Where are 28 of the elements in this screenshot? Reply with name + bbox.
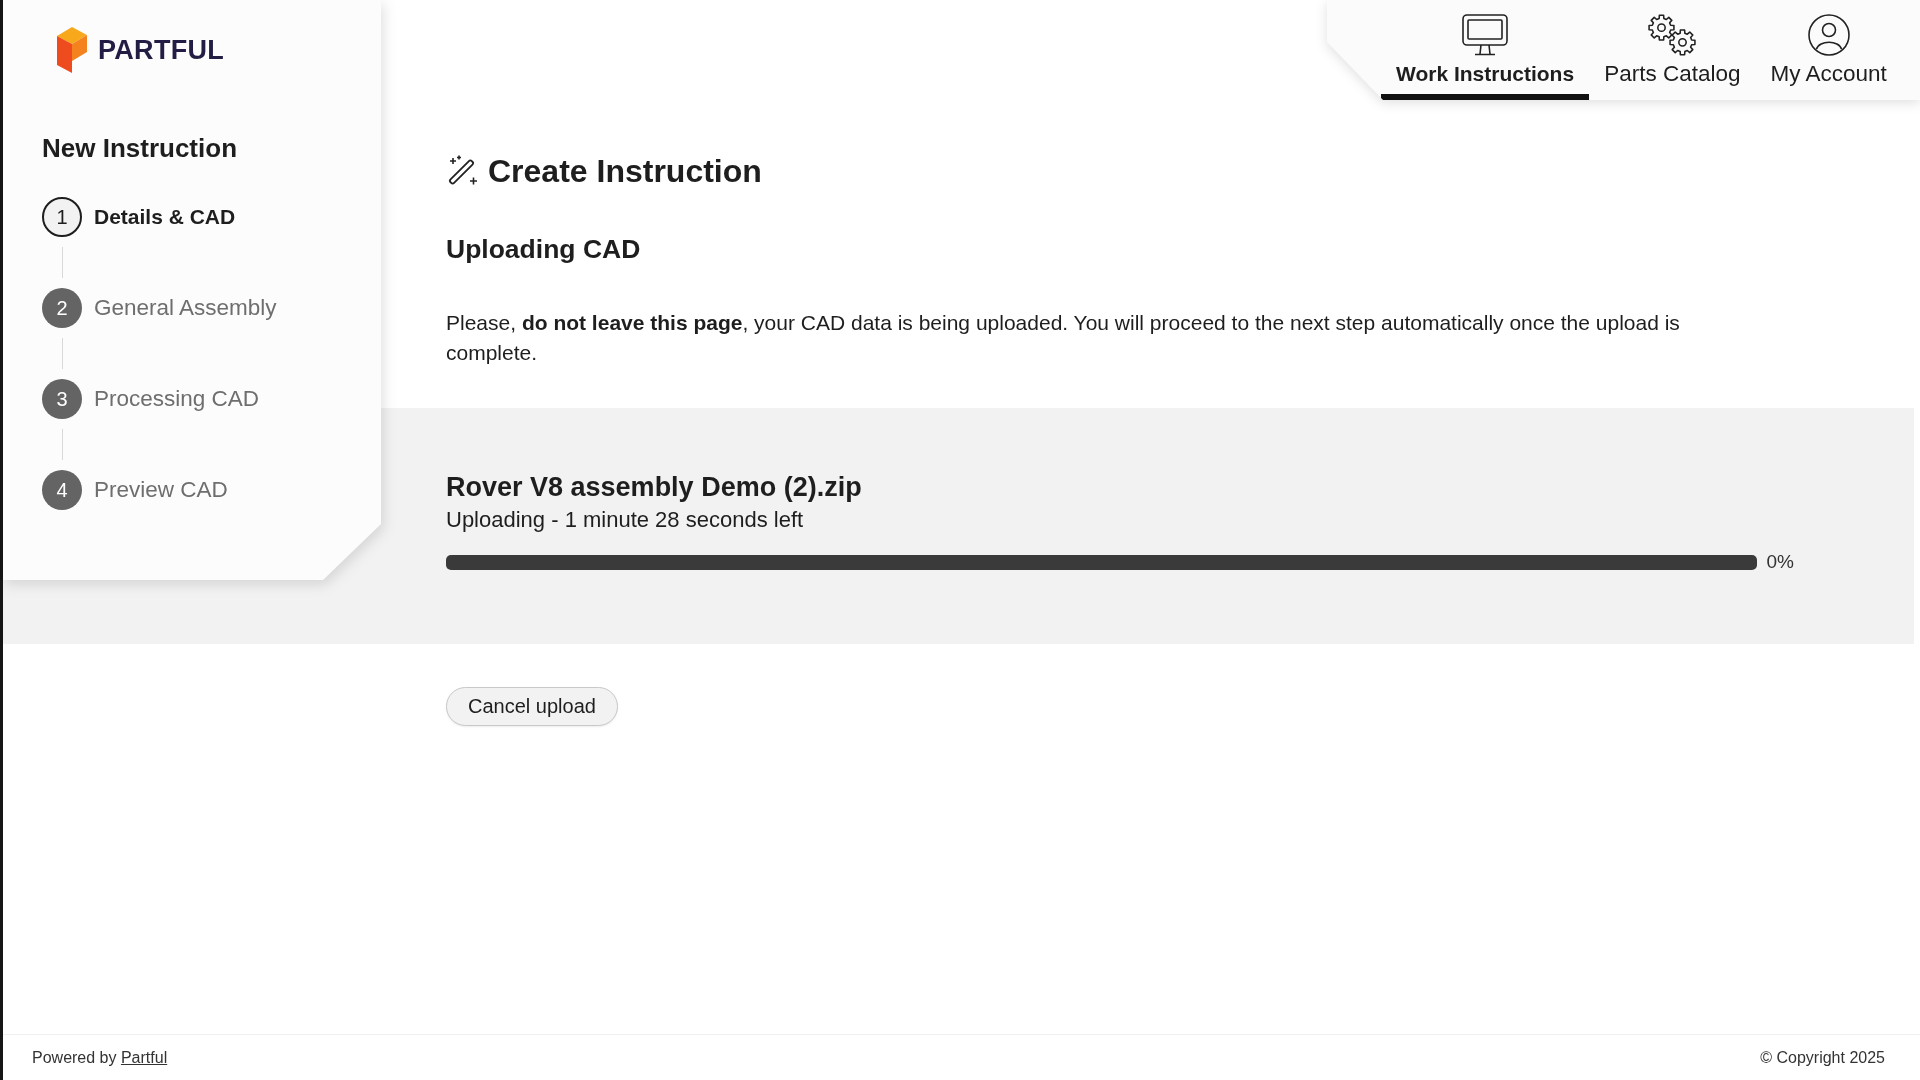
user-account-icon	[1807, 14, 1850, 56]
logo-icon	[57, 27, 87, 73]
step-label: Preview CAD	[94, 477, 228, 503]
nav-tab[interactable]: My Account	[1755, 0, 1902, 100]
copyright-text: © Copyright 2025	[1760, 1048, 1885, 1067]
monitor-icon	[1462, 14, 1509, 56]
partful-link[interactable]: Partful	[120, 1048, 168, 1066]
file-name: Rover V8 assembly Demo (2).zip	[446, 471, 862, 503]
step-label: Details & CAD	[94, 205, 236, 229]
page-title: Create Instruction	[488, 152, 762, 191]
powered-by-text: Powered by Partful	[32, 1048, 168, 1067]
gears-icon	[1647, 14, 1698, 56]
section-heading: Uploading CAD	[446, 233, 641, 265]
step-label: General Assembly	[94, 295, 277, 321]
step-label: Processing CAD	[94, 386, 260, 412]
cancel-upload-button[interactable]: Cancel upload	[446, 687, 618, 726]
magic-wand-icon	[446, 155, 478, 187]
progress-percent: 0%	[1766, 551, 1794, 573]
upload-warning-text: Please, do not leave this page, your CAD data is being uploaded. You will proceed to the next step automatically once the upload is complete.	[446, 310, 1681, 366]
step-number: 2	[42, 288, 82, 328]
upload-status: Uploading - 1 minute 28 seconds left	[446, 506, 804, 534]
brand-name: PARTFUL	[98, 34, 225, 66]
step-number: 1	[42, 197, 82, 237]
step-number: 3	[42, 379, 82, 419]
step-number: 4	[42, 470, 82, 510]
nav-tab[interactable]: Work Instructions	[1381, 0, 1590, 100]
sidebar-title: New Instruction	[42, 132, 237, 164]
nav-tab[interactable]: Parts Catalog	[1589, 0, 1756, 100]
